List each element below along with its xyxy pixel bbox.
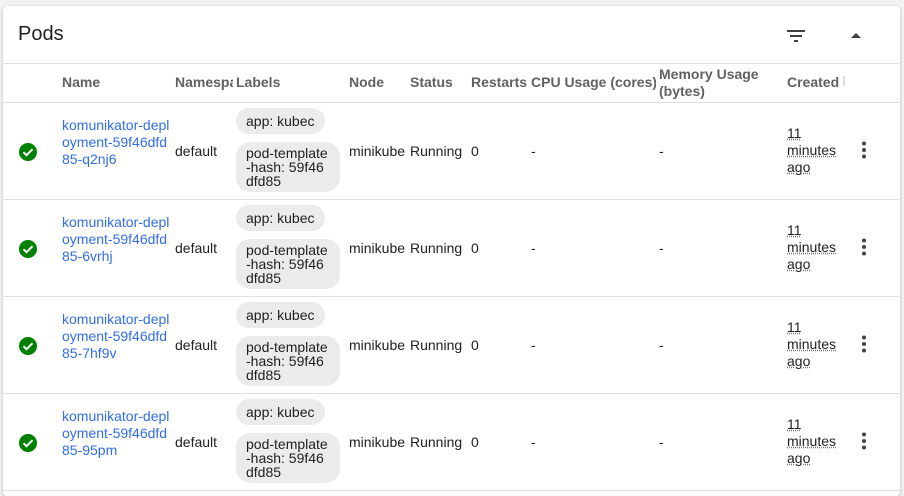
namespace-cell: default (175, 240, 217, 256)
label-chip: pod-template-hash: 59f46dfd85 (236, 433, 340, 483)
label-chip: app: kubec (236, 205, 325, 231)
pod-name-link[interactable]: komunikator-deployment-59f46dfd85-6vrhj (62, 214, 174, 265)
restarts-cell: 0 (471, 337, 479, 353)
created-cell: 11 minutes ago (787, 319, 841, 370)
status-cell: Running (410, 434, 462, 450)
status-cell: Running (410, 143, 462, 159)
column-header-name[interactable]: Name (62, 74, 162, 90)
created-cell: 11 minutes ago (787, 125, 841, 176)
namespace-cell: default (175, 143, 217, 159)
label-chip: app: kubec (236, 399, 325, 425)
column-header-node[interactable]: Node (349, 74, 399, 90)
node-cell: minikube (349, 143, 405, 159)
pod-name-link[interactable]: komunikator-deployment-59f46dfd85-95pm (62, 408, 174, 459)
restarts-cell: 0 (471, 434, 479, 450)
table-row: komunikator-deployment-59f46dfd85-q2nj6 … (3, 103, 900, 200)
created-cell: 11 minutes ago (787, 416, 841, 467)
label-chip: app: kubec (236, 108, 325, 134)
column-header-memory[interactable]: Memory Usage (bytes) (659, 66, 769, 100)
label-chip: app: kubec (236, 302, 325, 328)
column-header-status[interactable]: Status (410, 74, 465, 90)
label-chip: pod-template-hash: 59f46dfd85 (236, 336, 340, 386)
memory-cell: - (659, 143, 664, 159)
check-circle-icon (18, 433, 38, 453)
namespace-cell: default (175, 434, 217, 450)
memory-cell: - (659, 337, 664, 353)
namespace-cell: default (175, 337, 217, 353)
check-circle-icon (18, 239, 38, 259)
node-cell: minikube (349, 434, 405, 450)
pods-card: Pods Name Namespace Labels Node Status R… (3, 6, 900, 496)
more-vert-icon[interactable] (854, 237, 874, 257)
column-header-restarts[interactable]: Restarts (471, 74, 531, 90)
table-row: komunikator-deployment-59f46dfd85-95pm d… (3, 394, 900, 491)
sort-arrow-icon[interactable] (841, 73, 847, 89)
status-cell: Running (410, 240, 462, 256)
created-cell: 11 minutes ago (787, 222, 841, 273)
check-circle-icon (18, 142, 38, 162)
cpu-cell: - (531, 143, 536, 159)
more-vert-icon[interactable] (854, 431, 874, 451)
table-header: Name Namespace Labels Node Status Restar… (3, 63, 900, 103)
filter-list-icon[interactable] (784, 24, 808, 48)
table-row: komunikator-deployment-59f46dfd85-6vrhj … (3, 200, 900, 297)
label-chip: pod-template-hash: 59f46dfd85 (236, 239, 340, 289)
cpu-cell: - (531, 337, 536, 353)
column-header-namespace[interactable]: Namespace (175, 74, 233, 90)
label-chip: pod-template-hash: 59f46dfd85 (236, 142, 340, 192)
more-vert-icon[interactable] (854, 140, 874, 160)
node-cell: minikube (349, 337, 405, 353)
cpu-cell: - (531, 434, 536, 450)
more-vert-icon[interactable] (854, 334, 874, 354)
status-cell: Running (410, 337, 462, 353)
pod-name-link[interactable]: komunikator-deployment-59f46dfd85-7hf9v (62, 311, 174, 362)
column-header-labels: Labels (236, 74, 336, 90)
pod-name-link[interactable]: komunikator-deployment-59f46dfd85-q2nj6 (62, 117, 174, 168)
arrow-up-icon[interactable] (844, 24, 868, 48)
memory-cell: - (659, 434, 664, 450)
memory-cell: - (659, 240, 664, 256)
table-row: komunikator-deployment-59f46dfd85-7hf9v … (3, 297, 900, 394)
card-title: Pods (18, 23, 64, 46)
node-cell: minikube (349, 240, 405, 256)
restarts-cell: 0 (471, 240, 479, 256)
check-circle-icon (18, 336, 38, 356)
column-header-cpu[interactable]: CPU Usage (cores) (531, 74, 656, 90)
cpu-cell: - (531, 240, 536, 256)
restarts-cell: 0 (471, 143, 479, 159)
card-header: Pods (3, 6, 900, 64)
column-header-created[interactable]: Created (787, 74, 847, 90)
